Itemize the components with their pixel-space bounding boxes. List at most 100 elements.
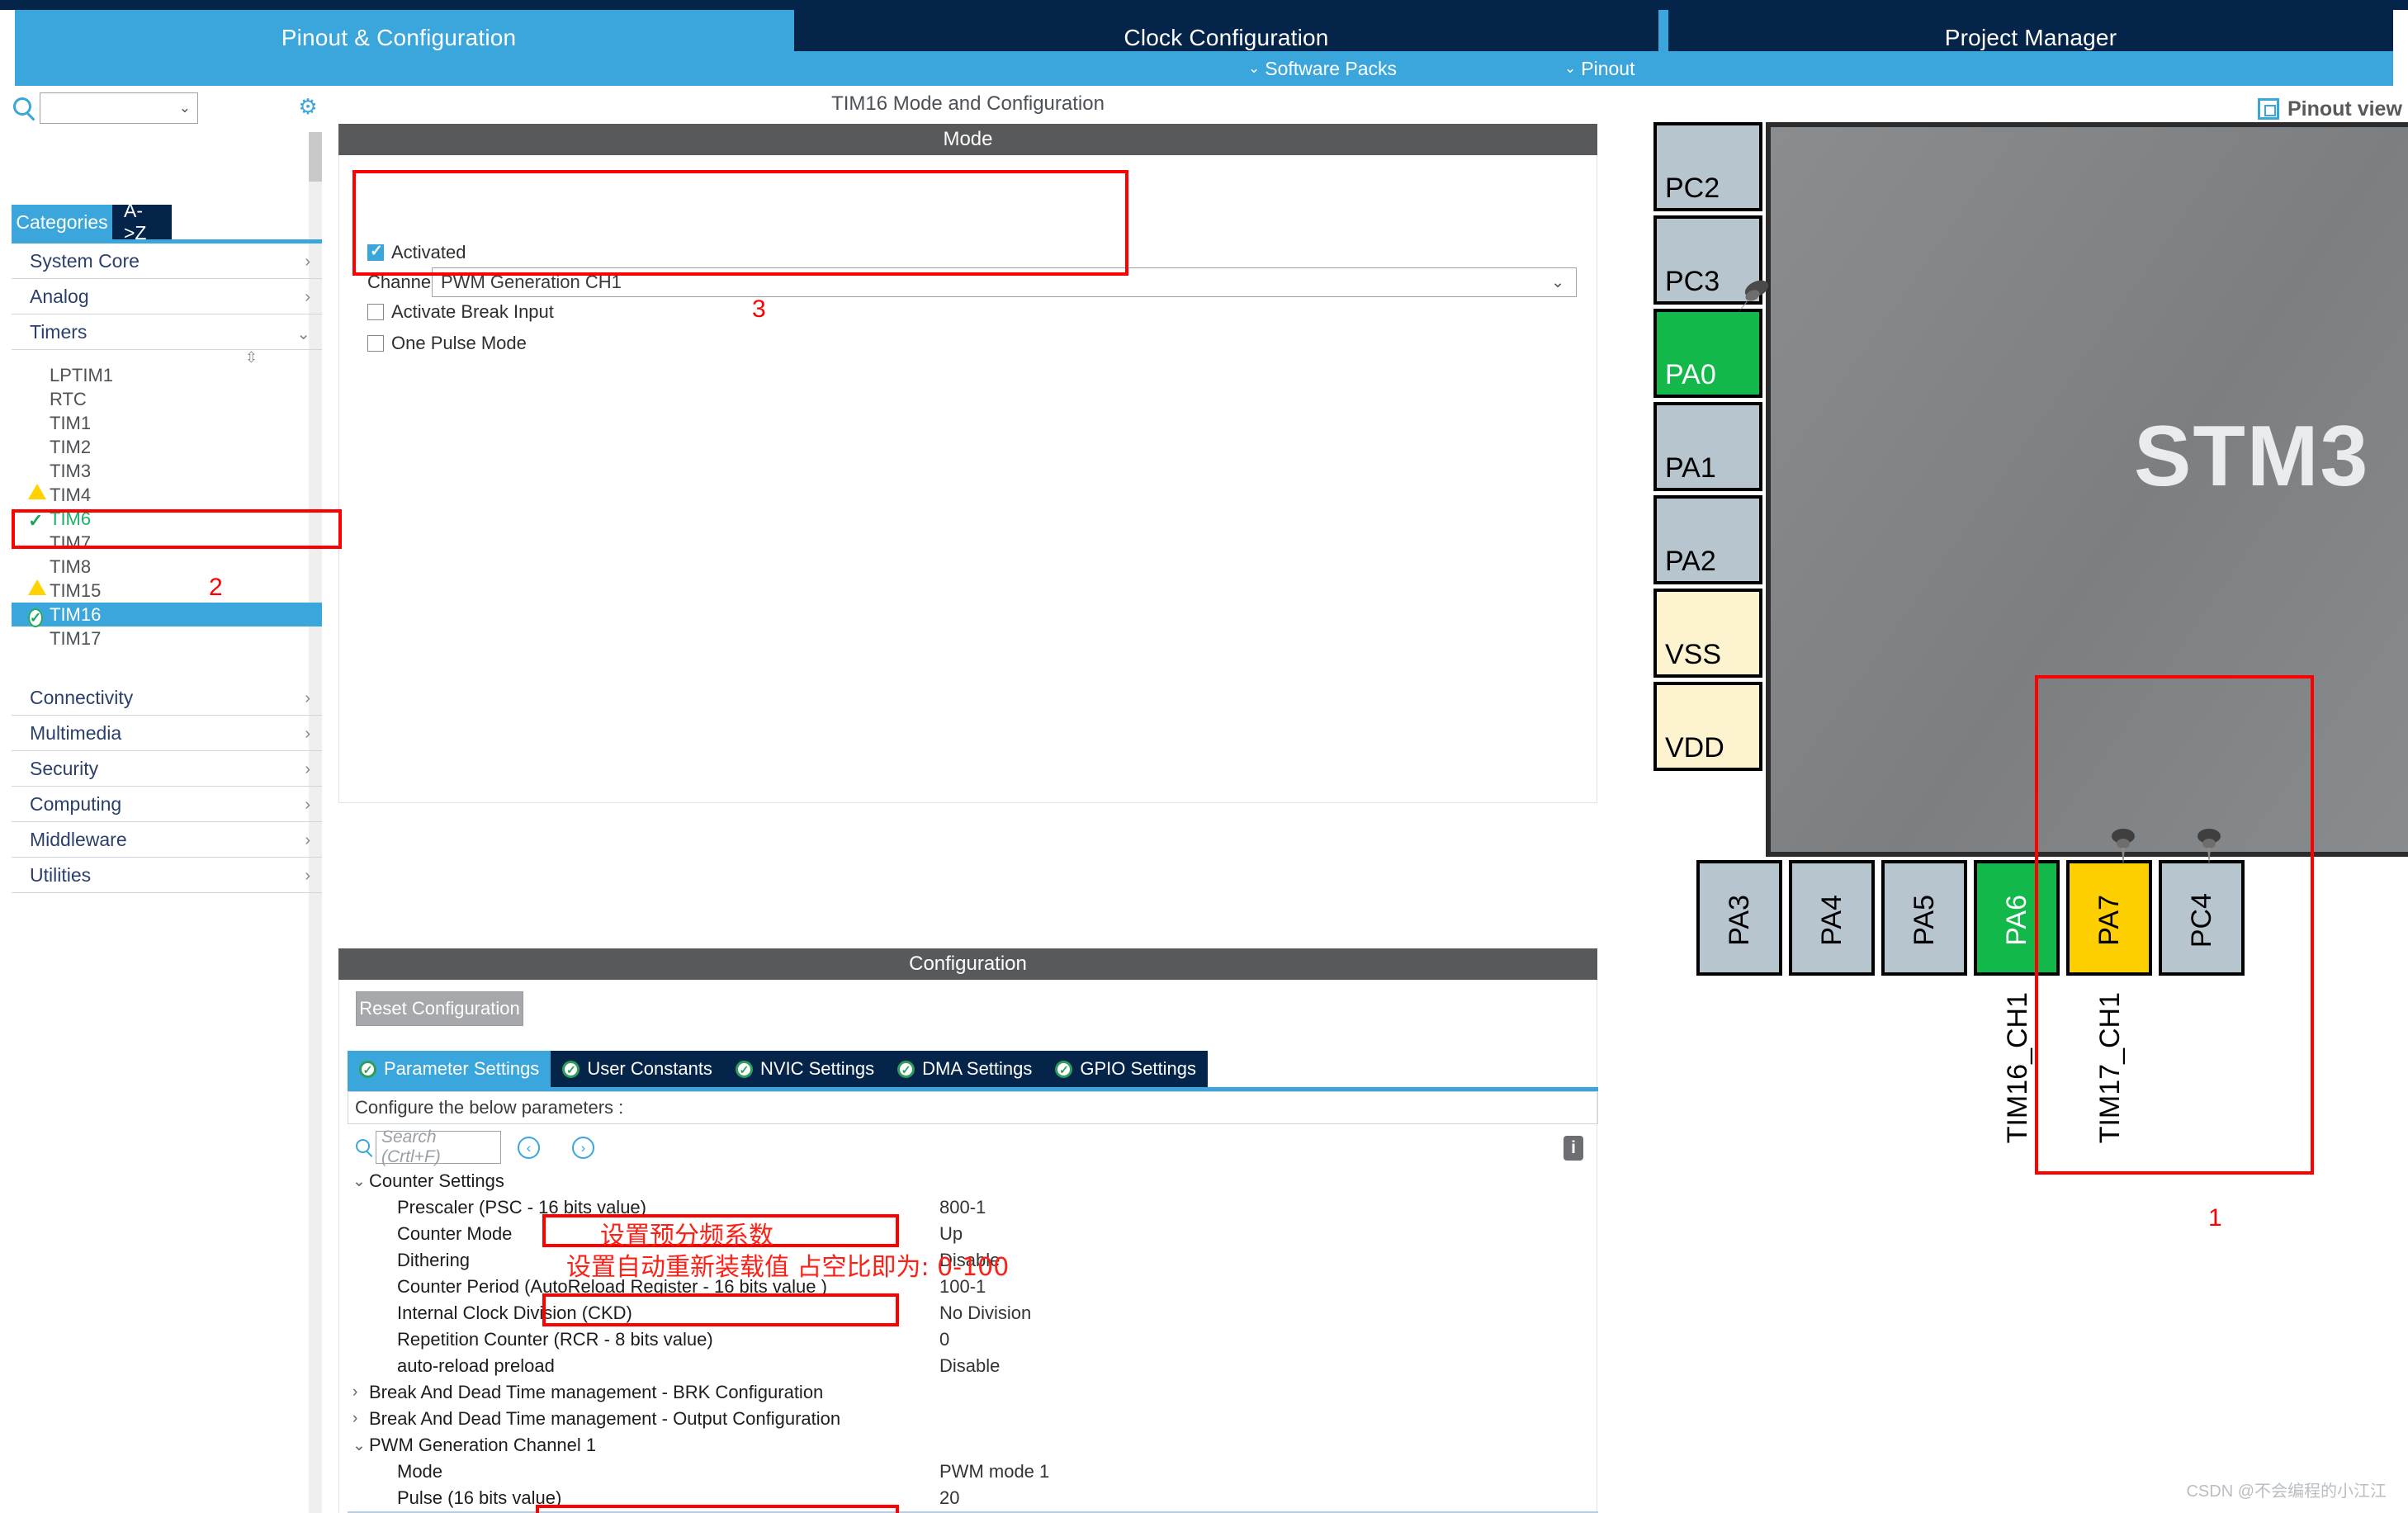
tab-dma-settings[interactable]: ✓ DMA Settings — [886, 1051, 1044, 1087]
no-status-icon — [28, 582, 46, 600]
param-name: Pulse (16 bits value) — [397, 1487, 562, 1508]
param-row[interactable]: auto-reload preload Disable — [348, 1353, 1598, 1379]
sidebar-item-tim8[interactable]: TIM8 — [12, 555, 322, 595]
pin-pa7[interactable]: PA7 — [2066, 860, 2152, 976]
no-status-icon — [28, 414, 46, 433]
tab-parameter-settings[interactable]: ✓ Parameter Settings — [348, 1051, 551, 1087]
activate-break-input-checkbox[interactable] — [367, 304, 384, 320]
activated-checkbox-row[interactable]: Activated — [367, 242, 466, 263]
sidebar-item-connectivity[interactable]: Connectivity › — [12, 680, 322, 716]
pin-pa4[interactable]: PA4 — [1789, 860, 1875, 976]
search-prev-button[interactable]: ‹ — [518, 1137, 540, 1159]
sidebar-item-middleware[interactable]: Middleware › — [12, 822, 322, 858]
sidebar-item-lptim1[interactable]: LPTIM1 — [12, 363, 322, 387]
sidebar-item-label: Security — [30, 757, 99, 779]
sidebar-item-rtc[interactable]: RTC — [12, 387, 322, 411]
param-row[interactable]: Repetition Counter (RCR - 8 bits value) 0 — [348, 1326, 1598, 1353]
menu-software-packs[interactable]: ⌄ Software Packs — [1248, 51, 1397, 86]
chevron-down-icon[interactable]: ⌄ — [352, 1436, 366, 1455]
reset-configuration-button[interactable]: Reset Configuration — [356, 991, 523, 1026]
param-group-label: Break And Dead Time management - Output … — [369, 1408, 841, 1429]
param-row[interactable]: Mode PWM mode 1 — [348, 1459, 1598, 1485]
one-pulse-mode-row[interactable]: One Pulse Mode — [367, 333, 527, 354]
chevron-right-icon[interactable]: › — [352, 1383, 357, 1402]
sidebar-item-tim3[interactable]: TIM3 — [12, 459, 322, 499]
sidebar-item-tim2[interactable]: TIM2 — [12, 435, 322, 459]
tab-categories[interactable]: Categories — [12, 205, 112, 239]
sidebar-item-utilities[interactable]: Utilities › — [12, 858, 322, 893]
sidebar-item-tim16[interactable]: ✓ TIM16 — [12, 603, 322, 627]
sidebar-search-row: ⌄ ⚙ — [0, 86, 322, 132]
sidebar-item-computing[interactable]: Computing › — [12, 787, 322, 822]
sidebar-scrollbar-thumb[interactable] — [309, 132, 322, 182]
chevron-right-icon: › — [305, 867, 310, 885]
tab-gpio-settings[interactable]: ✓ GPIO Settings — [1043, 1051, 1209, 1087]
param-name: Dithering — [397, 1250, 471, 1270]
param-value[interactable]: 20 — [939, 1487, 959, 1509]
pin-pa3[interactable]: PA3 — [1696, 860, 1782, 976]
chevron-down-icon[interactable]: ⌄ — [352, 1172, 366, 1191]
param-name: Mode — [397, 1461, 443, 1482]
one-pulse-mode-checkbox[interactable] — [367, 335, 384, 352]
activate-break-input-row[interactable]: Activate Break Input — [367, 301, 554, 323]
activated-checkbox[interactable] — [367, 242, 384, 261]
search-input[interactable]: Search (Crtl+F) — [376, 1128, 501, 1166]
pin-pa5[interactable]: PA5 — [1881, 860, 1967, 976]
sidebar-item-tim17[interactable]: TIM17 — [12, 626, 322, 650]
sidebar-item-system-core[interactable]: System Core › — [12, 243, 322, 279]
pin-pc2[interactable]: PC2 — [1653, 122, 1762, 211]
chevron-right-icon[interactable]: › — [352, 1410, 357, 1428]
param-group-break-and-dead-time-management-brk-configuration[interactable]: › Break And Dead Time management - BRK Co… — [348, 1379, 1598, 1406]
reset-configuration-label: Reset Configuration — [359, 998, 520, 1019]
sidebar-item-tim15[interactable]: TIM15 — [12, 579, 322, 603]
pin-pa1[interactable]: PA1 — [1653, 402, 1762, 491]
pin-pc4[interactable]: PC4 — [2159, 860, 2245, 976]
tab-a-to-z[interactable]: A->Z — [112, 200, 172, 243]
param-value[interactable]: PWM mode 1 — [939, 1461, 1049, 1482]
param-row[interactable]: Prescaler (PSC - 16 bits value) 800-1 — [348, 1194, 1598, 1221]
pin-label: PA7 — [2093, 895, 2125, 946]
chevron-down-icon: ⌄ — [1551, 274, 1564, 291]
param-group-break-and-dead-time-management-output-configuration[interactable]: › Break And Dead Time management - Output… — [348, 1406, 1598, 1432]
tab-pinout-view[interactable]: Pinout view — [2258, 92, 2402, 125]
param-value[interactable]: 0 — [939, 1329, 949, 1350]
param-name: Counter Mode — [397, 1223, 513, 1244]
sidebar-item-tim6[interactable]: ✓ TIM6 — [12, 507, 322, 531]
param-group-pwm-generation-channel-1[interactable]: ⌄ PWM Generation Channel 1 — [348, 1432, 1598, 1459]
gear-icon[interactable]: ⚙ — [297, 96, 319, 117]
param-value[interactable]: Up — [939, 1223, 963, 1245]
param-group-label: Counter Settings — [369, 1170, 504, 1191]
param-value[interactable]: No Division — [939, 1303, 1031, 1324]
sidebar-item-tim4[interactable]: TIM4 — [12, 483, 322, 507]
pin-label: PA0 — [1665, 359, 1716, 390]
param-value[interactable]: Disable — [939, 1355, 1000, 1377]
param-row[interactable]: Counter Mode Up — [348, 1221, 1598, 1247]
pin-vss[interactable]: VSS — [1653, 589, 1762, 678]
sidebar-item-tim7[interactable]: TIM7 — [12, 531, 322, 555]
sidebar-item-multimedia[interactable]: Multimedia › — [12, 716, 322, 751]
menu-pinout[interactable]: ⌄ Pinout — [1564, 51, 1635, 86]
sidebar-item-analog[interactable]: Analog › — [12, 279, 322, 314]
param-value[interactable]: 800-1 — [939, 1197, 986, 1218]
ip-search-combo[interactable]: ⌄ — [40, 92, 198, 124]
tab-label: Parameter Settings — [384, 1058, 540, 1079]
tab-nvic-settings[interactable]: ✓ NVIC Settings — [723, 1051, 887, 1087]
info-icon[interactable]: i — [1564, 1136, 1583, 1161]
param-row[interactable]: Pulse (16 bits value) 20 — [348, 1485, 1598, 1511]
pin-label: VDD — [1665, 732, 1724, 764]
sidebar-tab-row: Categories A->Z — [12, 200, 322, 243]
sidebar-item-label: TIM1 — [50, 412, 92, 433]
sidebar-item-label: Middleware — [30, 828, 127, 850]
pin-pa6[interactable]: PA6 — [1974, 860, 2060, 976]
sidebar-item-tim1[interactable]: TIM1 — [12, 411, 322, 435]
pin-vdd[interactable]: VDD — [1653, 682, 1762, 771]
pin-label: PA1 — [1665, 452, 1716, 484]
sidebar-item-security[interactable]: Security › — [12, 751, 322, 787]
sidebar-item-timers[interactable]: Timers ⌄ — [12, 314, 322, 350]
search-next-button[interactable]: › — [572, 1137, 594, 1159]
pin-pa2[interactable]: PA2 — [1653, 495, 1762, 584]
param-group-counter-settings[interactable]: ⌄ Counter Settings — [348, 1168, 1598, 1194]
param-row[interactable]: Internal Clock Division (CKD) No Division — [348, 1300, 1598, 1326]
channel1-select[interactable]: PWM Generation CH1 ⌄ — [432, 267, 1577, 297]
tab-user-constants[interactable]: ✓ User Constants — [551, 1051, 724, 1087]
